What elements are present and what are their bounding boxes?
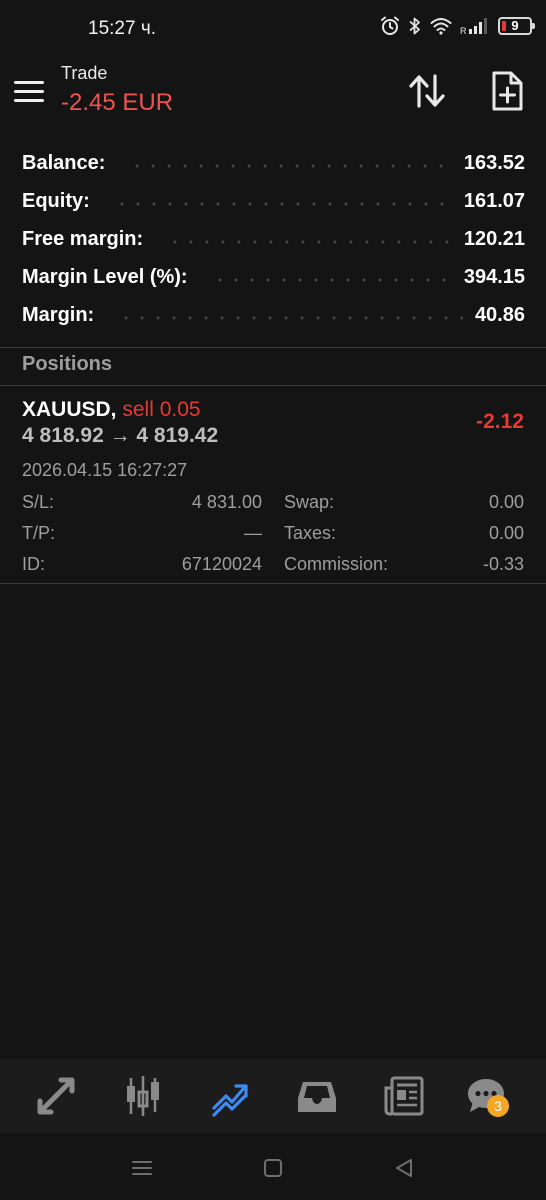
position-header: XAUUSD, sell 0.05: [22, 398, 201, 422]
alarm-icon: [381, 16, 399, 35]
messages-badge: 3: [487, 1095, 509, 1117]
summary-value: 40.86: [474, 303, 525, 326]
recent-apps-icon: [132, 1161, 152, 1175]
summary-value: 394.15: [463, 265, 525, 288]
top-bar: Trade -2.45 EUR: [0, 60, 546, 126]
summary-value: 161.07: [463, 189, 525, 212]
tp-label: T/P:: [22, 523, 56, 543]
back-button[interactable]: [389, 1153, 419, 1183]
nav-chart[interactable]: [118, 1071, 168, 1121]
summary-row-free-margin: Free margin: 120.21: [22, 220, 525, 258]
add-document-icon: [492, 71, 523, 111]
position-symbol: XAUUSD,: [22, 398, 117, 421]
dotted-leader: [167, 240, 452, 244]
swap-value: 0.00: [488, 492, 524, 512]
network-label: R: [460, 26, 467, 35]
summary-value: 163.52: [463, 151, 525, 174]
summary-row-margin-level: Margin Level (%): 394.15: [22, 258, 525, 296]
nav-news[interactable]: [379, 1071, 429, 1121]
tp-value: —: [244, 523, 262, 543]
summary-label: Balance:: [22, 151, 106, 174]
wifi-icon: [430, 18, 452, 35]
summary-row-margin: Margin: 40.86: [22, 296, 525, 334]
new-order-button[interactable]: [484, 68, 530, 114]
quotes-arrows-icon: [37, 1077, 75, 1115]
total-profit: -2.45 EUR: [61, 89, 174, 116]
divider: [0, 583, 546, 584]
position-open-time: 2026.04.15 16:27:27: [22, 460, 188, 480]
sl-label: S/L:: [22, 492, 55, 512]
nav-quotes[interactable]: [31, 1071, 81, 1121]
screen: 15:27 ч. R 9 Trade -2.45 EUR Balance: 16…: [0, 0, 546, 1200]
dotted-leader: [129, 164, 452, 168]
home-icon: [264, 1159, 282, 1177]
nav-messages[interactable]: 3: [461, 1071, 511, 1121]
account-summary: Balance: 163.52 Equity: 161.07 Free marg…: [22, 144, 525, 334]
summary-label: Equity:: [22, 189, 90, 212]
bottom-navigation: 3: [0, 1059, 546, 1133]
summary-label: Margin Level (%):: [22, 265, 188, 288]
news-icon: [384, 1076, 424, 1116]
divider: [0, 347, 546, 348]
position-prices: 4 818.92 → 4 819.42: [22, 424, 219, 447]
inbox-icon: [298, 1082, 336, 1112]
signal-icon: R: [460, 18, 487, 35]
commission-value: -0.33: [482, 554, 524, 574]
bluetooth-icon: [409, 17, 420, 35]
status-icons: R 9: [380, 16, 535, 36]
id-label: ID:: [22, 554, 46, 574]
positions-section-title: Positions: [22, 353, 113, 375]
page-title: Trade: [61, 63, 108, 83]
menu-button[interactable]: [14, 74, 48, 108]
sort-button[interactable]: [404, 68, 450, 114]
position-profit: -2.12: [476, 410, 524, 433]
home-button[interactable]: [258, 1153, 288, 1183]
dotted-leader: [113, 202, 452, 206]
dotted-leader: [211, 278, 452, 282]
status-time: 15:27 ч.: [88, 18, 157, 39]
back-icon: [396, 1159, 412, 1177]
summary-value: 120.21: [463, 227, 525, 250]
taxes-value: 0.00: [488, 523, 524, 543]
nav-history[interactable]: [292, 1071, 342, 1121]
summary-row-equity: Equity: 161.07: [22, 182, 525, 220]
position-type: sell 0.05: [122, 398, 201, 421]
swap-label: Swap:: [284, 492, 335, 512]
summary-label: Margin:: [22, 303, 95, 326]
id-value: 67120024: [181, 554, 262, 574]
system-navigation-bar: [0, 1133, 546, 1200]
taxes-label: Taxes:: [284, 523, 337, 543]
recent-apps-button[interactable]: [127, 1153, 157, 1183]
summary-label: Free margin:: [22, 227, 144, 250]
battery-icon: 9: [498, 17, 535, 35]
candlestick-icon: [127, 1076, 159, 1116]
sl-value: 4 831.00: [191, 492, 262, 512]
status-bar: 15:27 ч. R 9: [0, 0, 546, 60]
commission-label: Commission:: [284, 554, 389, 574]
sort-icon: [409, 74, 445, 108]
summary-row-balance: Balance: 163.52: [22, 144, 525, 182]
battery-level: 9: [511, 18, 519, 33]
trade-trend-icon: [212, 1084, 248, 1117]
nav-trade[interactable]: [205, 1071, 255, 1121]
position-item[interactable]: XAUUSD, sell 0.05 4 818.92 → 4 819.42 -2…: [0, 386, 546, 584]
dotted-leader: [118, 316, 463, 320]
